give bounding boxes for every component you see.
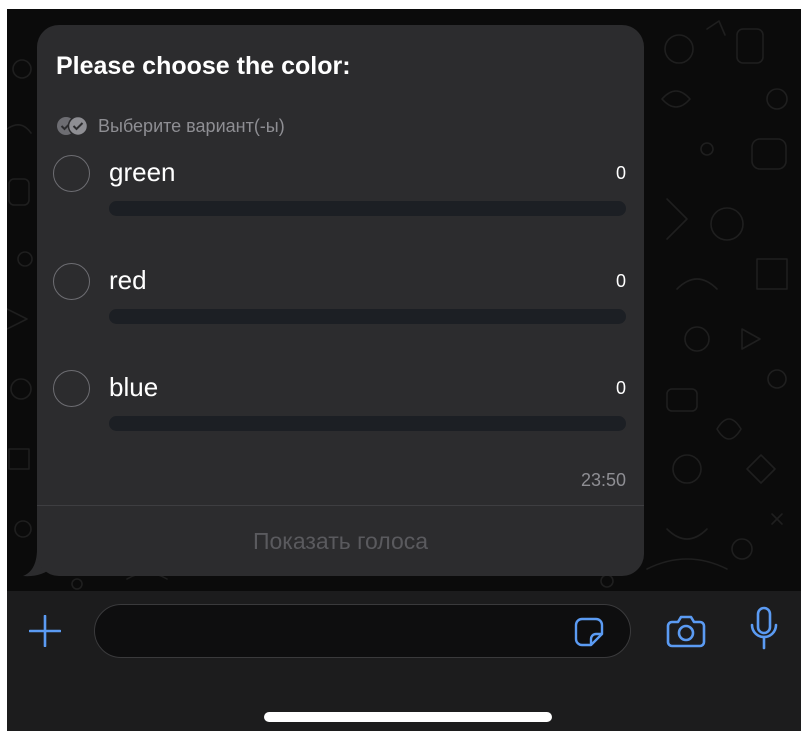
poll-option-count: 0 xyxy=(615,378,626,398)
message-input[interactable] xyxy=(94,604,631,658)
poll-option-bar xyxy=(109,309,626,324)
camera-icon[interactable] xyxy=(666,614,706,648)
poll-type-label: Выберите вариант(-ы) xyxy=(98,115,285,136)
message-composer xyxy=(7,591,801,731)
poll-option-label: blue xyxy=(109,372,159,402)
radio-circle-icon[interactable] xyxy=(53,370,90,407)
poll-question: Please choose the color: xyxy=(56,52,351,80)
poll-option-label: green xyxy=(109,157,176,187)
poll-message-bubble: Please choose the color: Выберите вариан… xyxy=(37,25,644,576)
poll-option-bar xyxy=(109,201,626,216)
poll-option-bar xyxy=(109,416,626,431)
show-votes-button[interactable]: Показать голоса xyxy=(37,506,644,576)
sticker-icon[interactable] xyxy=(574,617,604,647)
poll-option-count: 0 xyxy=(615,271,626,291)
poll-option-label: red xyxy=(109,265,147,295)
message-timestamp: 23:50 xyxy=(580,470,626,490)
radio-circle-icon[interactable] xyxy=(53,155,90,192)
poll-option-red[interactable]: red 0 xyxy=(37,263,644,343)
microphone-icon[interactable] xyxy=(748,606,780,652)
home-indicator[interactable] xyxy=(264,712,552,722)
poll-type-hint: Выберите вариант(-ы) xyxy=(56,115,285,137)
poll-option-blue[interactable]: blue 0 xyxy=(37,370,644,450)
poll-option-count: 0 xyxy=(615,163,626,183)
multiple-choice-icon xyxy=(57,116,89,136)
plus-icon[interactable] xyxy=(29,615,61,647)
radio-circle-icon[interactable] xyxy=(53,263,90,300)
poll-option-green[interactable]: green 0 xyxy=(37,155,644,235)
chat-screen: Please choose the color: Выберите вариан… xyxy=(7,9,801,731)
